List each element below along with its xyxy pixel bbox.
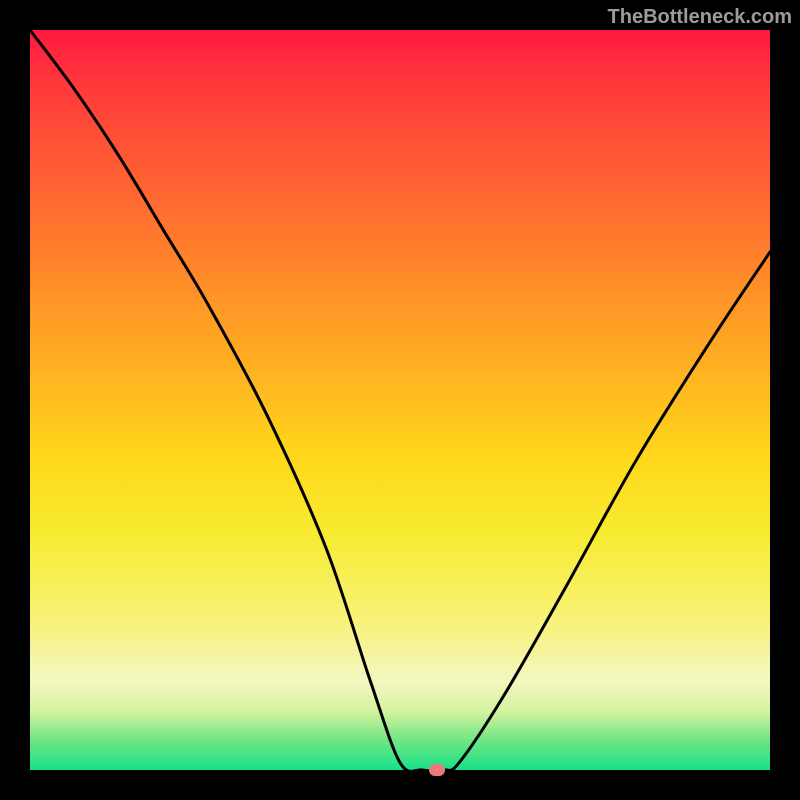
bottleneck-curve: [30, 30, 770, 771]
chart-frame: TheBottleneck.com: [0, 0, 800, 800]
chart-curve-layer: [0, 0, 800, 800]
operating-point-marker: [429, 764, 445, 776]
